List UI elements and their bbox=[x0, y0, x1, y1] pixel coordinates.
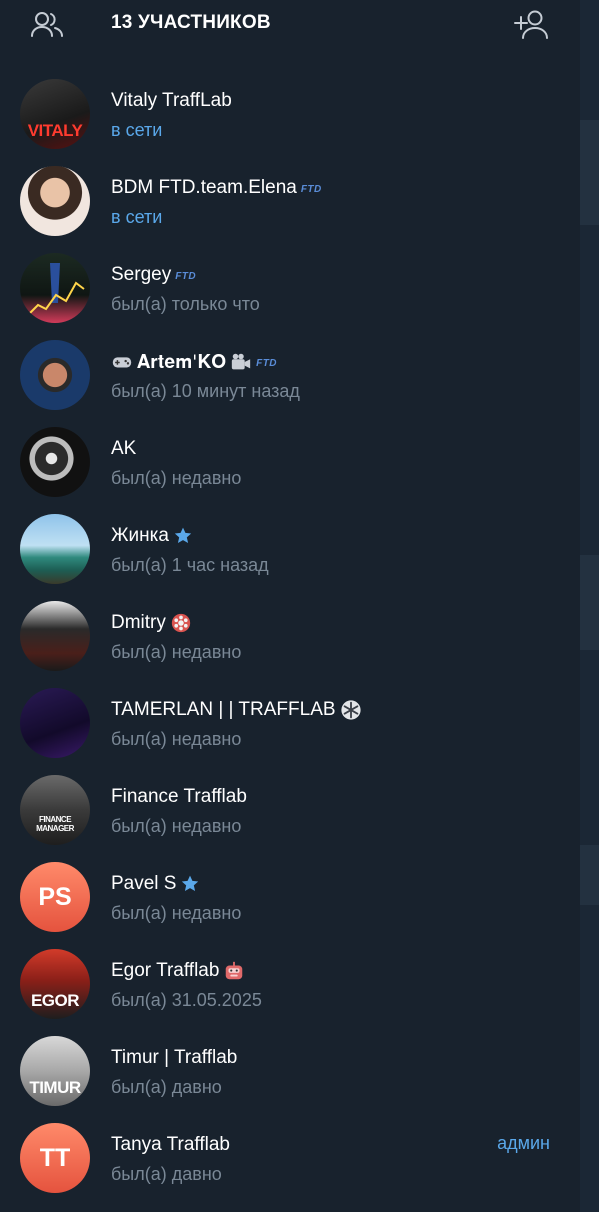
member-row[interactable]: PS Pavel S был(а) недавно bbox=[0, 852, 580, 939]
member-status: был(а) давно bbox=[111, 1164, 222, 1184]
member-name: Pavel S bbox=[111, 873, 177, 894]
member-status: был(а) недавно bbox=[111, 903, 242, 923]
member-name-line: BDM FTD.team.Elena FTD bbox=[111, 176, 322, 200]
member-row[interactable]: BDM FTD.team.Elena FTD в сети bbox=[0, 156, 580, 243]
avatar bbox=[20, 253, 90, 323]
avatar: TT bbox=[20, 1123, 90, 1193]
member-name: BDM FTD.team.Elena bbox=[111, 177, 297, 198]
member-name: Vitaly TraffLab bbox=[111, 90, 232, 111]
member-status: был(а) недавно bbox=[111, 816, 242, 836]
video-camera-icon bbox=[231, 353, 251, 370]
members-header: 13 УЧАСТНИКОВ bbox=[0, 0, 580, 52]
member-name: Dmitry bbox=[111, 612, 166, 633]
avatar-caption: FINANCE MANAGER bbox=[36, 815, 74, 833]
chart-graphic-icon bbox=[27, 263, 85, 316]
avatar: PS bbox=[20, 862, 90, 932]
member-name-line: AK bbox=[111, 437, 136, 461]
ftd-badge: FTD bbox=[256, 358, 278, 369]
member-name: Sergey bbox=[111, 264, 172, 285]
members-list: VITALY Vitaly TraffLab в сети BDM FTD.te… bbox=[0, 69, 580, 1200]
admin-role-label: админ bbox=[497, 1133, 550, 1153]
member-name-line: Жинка bbox=[111, 524, 193, 548]
snowflake-icon bbox=[340, 700, 361, 720]
member-status: был(а) недавно bbox=[111, 642, 242, 662]
avatar bbox=[20, 601, 90, 671]
members-panel: 13 УЧАСТНИКОВ VITALY Vitaly TraffLab в с… bbox=[0, 0, 580, 1212]
member-name: TAMERLAN | | TRAFFLAB bbox=[111, 699, 336, 720]
avatar: EGOR bbox=[20, 949, 90, 1019]
star-icon bbox=[182, 875, 199, 891]
avatar: FINANCE MANAGER bbox=[20, 775, 90, 845]
member-status: был(а) недавно bbox=[111, 729, 242, 749]
avatar bbox=[20, 688, 90, 758]
ftd-badge: FTD bbox=[300, 184, 322, 195]
gamepad-icon bbox=[112, 357, 132, 368]
avatar: TIMUR bbox=[20, 1036, 90, 1106]
member-status: в сети bbox=[111, 120, 163, 140]
member-row[interactable]: TAMERLAN | | TRAFFLAB был(а) недавно bbox=[0, 678, 580, 765]
avatar-caption: EGOR bbox=[30, 991, 80, 1010]
member-name-line: Finance Trafflab bbox=[111, 785, 247, 809]
avatar bbox=[20, 340, 90, 410]
member-status: в сети bbox=[111, 207, 163, 227]
chat-background bbox=[580, 0, 599, 1212]
member-name-line: Dmitry bbox=[111, 611, 192, 635]
member-row[interactable]: TT Tanya Trafflab был(а) давно админ bbox=[0, 1113, 580, 1200]
member-status: был(а) 1 час назад bbox=[111, 555, 269, 575]
member-name-line: Vitaly TraffLab bbox=[111, 89, 232, 113]
member-name: Finance Trafflab bbox=[111, 786, 247, 807]
add-member-icon[interactable] bbox=[512, 8, 550, 40]
member-row[interactable]: Sergey FTD был(а) только что bbox=[0, 243, 580, 330]
member-name-line: Egor Trafflab bbox=[111, 959, 245, 983]
member-row[interactable]: FINANCE MANAGER Finance Trafflab был(а) … bbox=[0, 765, 580, 852]
member-name: AK bbox=[111, 438, 137, 459]
robot-icon bbox=[226, 961, 243, 980]
member-row[interactable]: EGOR Egor Trafflab был(а) 31.05.2025 bbox=[0, 939, 580, 1026]
member-name-line: Timur | Trafflab bbox=[111, 1046, 237, 1070]
avatar-caption: VITALY bbox=[27, 121, 83, 140]
member-status: был(а) 31.05.2025 bbox=[111, 990, 262, 1010]
avatar bbox=[20, 427, 90, 497]
member-name-line: TAMERLAN | | TRAFFLAB bbox=[111, 698, 362, 722]
avatar-caption: TIMUR bbox=[29, 1078, 81, 1097]
member-status: был(а) недавно bbox=[111, 468, 242, 488]
member-name: Timur | Trafflab bbox=[111, 1047, 238, 1068]
member-row[interactable]: VITALY Vitaly TraffLab в сети bbox=[0, 69, 580, 156]
member-row[interactable]: Dmitry был(а) недавно bbox=[0, 591, 580, 678]
film-reel-icon bbox=[171, 613, 191, 633]
members-icon bbox=[31, 12, 63, 37]
star-icon bbox=[174, 527, 192, 543]
ftd-badge: FTD bbox=[175, 271, 197, 282]
members-page: 13 УЧАСТНИКОВ VITALY Vitaly TraffLab в с… bbox=[0, 0, 599, 1212]
member-name: Tanya Trafflab bbox=[111, 1134, 231, 1155]
members-count-title: 13 УЧАСТНИКОВ bbox=[111, 12, 271, 33]
member-name-line: Pavel S bbox=[111, 872, 200, 896]
member-row[interactable]: AK был(а) недавно bbox=[0, 417, 580, 504]
member-name: Жинка bbox=[111, 525, 169, 546]
member-name-line: Tanya Trafflab bbox=[111, 1133, 230, 1157]
avatar bbox=[20, 514, 90, 584]
member-name: 𝐀𝐫𝐭𝐞𝐦'𝐊𝐎 bbox=[137, 351, 227, 373]
member-name-line: 𝐀𝐫𝐭𝐞𝐦'𝐊𝐎 FTD bbox=[111, 350, 277, 374]
member-name-line: Sergey FTD bbox=[111, 263, 196, 287]
avatar bbox=[20, 166, 90, 236]
member-row[interactable]: Жинка был(а) 1 час назад bbox=[0, 504, 580, 591]
member-status: был(а) только что bbox=[111, 294, 260, 314]
member-name: Egor Trafflab bbox=[111, 960, 220, 981]
member-status: был(а) давно bbox=[111, 1077, 222, 1097]
member-status: был(а) 10 минут назад bbox=[111, 381, 300, 401]
member-row[interactable]: 𝐀𝐫𝐭𝐞𝐦'𝐊𝐎 FTD был(а) 10 минут назад bbox=[0, 330, 580, 417]
avatar: VITALY bbox=[20, 79, 90, 149]
member-row[interactable]: TIMUR Timur | Trafflab был(а) давно bbox=[0, 1026, 580, 1113]
